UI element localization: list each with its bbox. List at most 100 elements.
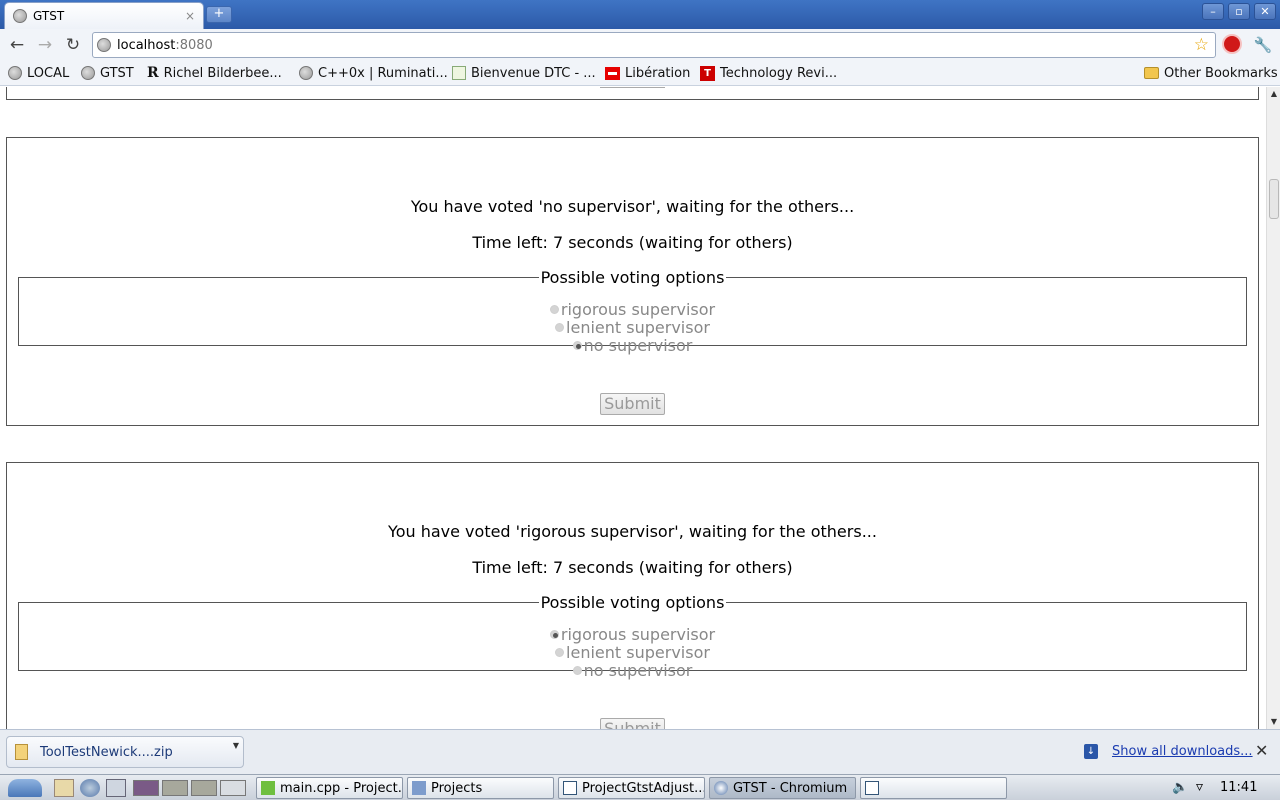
bookmark-dtc[interactable]: Bienvenue DTC - ...	[452, 64, 596, 82]
wifi-icon[interactable]: ▿	[1196, 779, 1203, 795]
option-label: rigorous supervisor	[560, 625, 716, 644]
radio-rigorous[interactable]	[549, 305, 559, 314]
option-none[interactable]: no supervisor	[19, 337, 1246, 355]
show-all-downloads-link[interactable]: Show all downloads...	[1112, 744, 1253, 759]
vote-status: You have voted 'rigorous supervisor', wa…	[388, 522, 877, 541]
task-label: ProjectGtstAdjust...	[582, 780, 705, 796]
bookmark-richel[interactable]: R Richel Bilderbee...	[147, 64, 282, 82]
tab-close-icon[interactable]: ×	[185, 9, 195, 23]
tr-icon: T	[700, 65, 715, 81]
bookmark-label: GTST	[100, 65, 134, 81]
option-none[interactable]: no supervisor	[19, 662, 1246, 680]
radio-lenient[interactable]	[555, 323, 565, 332]
minimize-button[interactable]: –	[1202, 3, 1224, 20]
folder-icon	[412, 781, 426, 795]
forward-arrow-icon[interactable]: →	[34, 34, 56, 56]
voting-options: Possible voting options rigorous supervi…	[18, 268, 1247, 355]
zip-file-icon	[15, 744, 28, 760]
os-taskbar: main.cpp - Project... Projects ProjectGt…	[0, 774, 1280, 800]
bookmark-liberation[interactable]: Libération	[605, 64, 690, 82]
close-icon[interactable]: ✕	[1255, 741, 1268, 760]
reload-icon[interactable]: ↻	[62, 34, 84, 56]
globe-icon	[81, 66, 95, 80]
vertical-scrollbar[interactable]: ▲ ▼	[1266, 87, 1280, 729]
option-lenient[interactable]: lenient supervisor	[19, 644, 1246, 662]
submit-button[interactable]: Submit	[600, 718, 665, 729]
close-window-button[interactable]: ✕	[1254, 3, 1276, 20]
browser-toolbar: ← → ↻ localhost:8080 ☆ 🔧	[0, 29, 1280, 60]
task-label: Projects	[431, 780, 483, 796]
download-filename: ToolTestNewick....zip	[40, 744, 173, 760]
task-project-gtst[interactable]: ProjectGtstAdjust...	[558, 777, 705, 799]
option-label: rigorous supervisor	[560, 300, 716, 319]
clock[interactable]: 11:41	[1220, 780, 1257, 795]
desktop-1[interactable]	[133, 780, 159, 796]
back-arrow-icon[interactable]: ←	[6, 34, 28, 56]
download-shelf: ToolTestNewick....zip ▼ ↓ Show all downl…	[0, 729, 1280, 774]
stop-sign-icon[interactable]	[1222, 34, 1242, 54]
browser-launcher-icon[interactable]	[80, 779, 100, 797]
bookmark-label: Bienvenue DTC - ...	[471, 65, 596, 81]
chevron-down-icon[interactable]: ▼	[233, 741, 239, 750]
option-label: no supervisor	[583, 336, 693, 355]
page-info-icon	[97, 38, 111, 52]
bookmark-label: Technology Revi...	[720, 65, 838, 81]
option-label: lenient supervisor	[566, 643, 710, 662]
download-item[interactable]: ToolTestNewick....zip ▼	[6, 736, 244, 768]
option-rigorous[interactable]: rigorous supervisor	[19, 301, 1246, 319]
voting-options: Possible voting options rigorous supervi…	[18, 593, 1247, 680]
restore-button[interactable]: ▫	[1228, 3, 1250, 20]
bookmark-label: Libération	[625, 65, 691, 81]
bookmark-local[interactable]: LOCAL	[8, 64, 69, 82]
scroll-down-icon[interactable]: ▼	[1267, 715, 1280, 729]
voting-panel: You have voted 'no supervisor', waiting …	[6, 137, 1259, 426]
desktop-2[interactable]	[162, 780, 188, 796]
option-rigorous[interactable]: rigorous supervisor	[19, 626, 1246, 644]
wrench-icon[interactable]: 🔧	[1252, 34, 1274, 56]
previous-submit-button[interactable]	[600, 87, 665, 88]
radio-rigorous[interactable]	[549, 630, 559, 639]
start-menu-icon[interactable]	[8, 779, 42, 797]
tab-title: GTST	[33, 9, 65, 23]
task-projects[interactable]: Projects	[407, 777, 554, 799]
radio-none[interactable]	[572, 666, 582, 675]
address-bar[interactable]: localhost:8080 ☆	[92, 32, 1216, 58]
previous-panel	[6, 87, 1259, 100]
bookmark-gtst[interactable]: GTST	[81, 64, 134, 82]
vote-status: You have voted 'no supervisor', waiting …	[410, 197, 855, 216]
option-lenient[interactable]: lenient supervisor	[19, 319, 1246, 337]
task-gtst-chromium[interactable]: GTST - Chromium	[709, 777, 856, 799]
volume-icon[interactable]: 🔈	[1172, 780, 1188, 795]
chromium-icon	[714, 781, 728, 795]
time-left: Time left: 7 seconds (waiting for others…	[472, 233, 793, 252]
new-tab-button[interactable]: +	[206, 6, 232, 23]
other-bookmarks-label: Other Bookmarks	[1164, 65, 1278, 81]
radio-none[interactable]	[572, 341, 582, 350]
radio-lenient[interactable]	[555, 648, 565, 657]
windows-icon[interactable]	[106, 779, 126, 797]
bookmark-cpp0x[interactable]: C++0x | Ruminati...	[299, 64, 448, 82]
r-logo-icon: R	[147, 65, 159, 81]
other-bookmarks[interactable]: Other Bookmarks	[1144, 64, 1278, 82]
desktop-4[interactable]	[220, 780, 246, 796]
task-main-cpp[interactable]: main.cpp - Project...	[256, 777, 403, 799]
url-port: :8080	[175, 37, 213, 53]
scrollbar-thumb[interactable]	[1269, 179, 1279, 219]
globe-icon	[299, 66, 313, 80]
option-label: no supervisor	[583, 661, 693, 680]
liberation-icon	[605, 66, 620, 80]
desktop-3[interactable]	[191, 780, 217, 796]
voting-options-legend: Possible voting options	[540, 268, 725, 287]
dtc-icon	[452, 66, 466, 80]
scroll-up-icon[interactable]: ▲	[1267, 87, 1280, 101]
submit-button[interactable]: Submit	[600, 393, 665, 415]
voting-panel: You have voted 'rigorous supervisor', wa…	[6, 462, 1259, 729]
page-viewport: You have voted 'no supervisor', waiting …	[0, 87, 1266, 729]
download-arrow-icon: ↓	[1084, 744, 1098, 759]
file-manager-icon[interactable]	[54, 779, 74, 797]
browser-tab[interactable]: GTST ×	[4, 2, 204, 29]
task-document[interactable]	[860, 777, 1007, 799]
bookmark-star-icon[interactable]: ☆	[1194, 35, 1209, 55]
time-left: Time left: 7 seconds (waiting for others…	[472, 558, 793, 577]
bookmark-tech-review[interactable]: T Technology Revi...	[700, 64, 837, 82]
